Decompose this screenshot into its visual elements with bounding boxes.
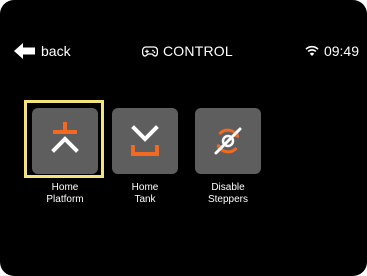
home-tank-button[interactable]: Home Tank [104,102,186,222]
back-arrow-icon [14,43,35,59]
home-tank-caption: Home Tank [104,182,186,206]
home-platform-tile[interactable] [32,108,98,174]
title-label: CONTROL [163,43,233,59]
gamepad-icon [142,45,158,57]
home-platform-button[interactable]: Home Platform [24,100,106,222]
control-screen: back CONTROL 09:49 Home Platform Home Ta… [0,0,367,276]
caption-line: Steppers [207,194,249,205]
status-area: 09:49 [305,41,359,61]
back-label: back [41,43,71,59]
disable-steppers-icon [214,127,242,155]
wifi-icon [305,45,319,56]
caption-line: Tank [134,194,156,205]
home-tank-icon [131,125,159,156]
page-title: CONTROL [142,41,233,61]
header-bar: back CONTROL 09:49 [0,37,367,65]
disable-steppers-caption: Disable Steppers [187,182,269,206]
clock-time: 09:49 [323,43,359,59]
home-tank-tile[interactable] [112,108,178,174]
disable-steppers-tile[interactable] [195,108,261,174]
home-platform-icon [51,122,79,153]
caption-line: Home [131,182,159,193]
caption-line: Disable [211,182,245,193]
back-button[interactable]: back [14,41,71,61]
home-platform-caption: Home Platform [24,182,106,206]
disable-steppers-button[interactable]: Disable Steppers [187,102,269,222]
caption-line: Home [51,182,79,193]
caption-line: Platform [46,194,84,205]
